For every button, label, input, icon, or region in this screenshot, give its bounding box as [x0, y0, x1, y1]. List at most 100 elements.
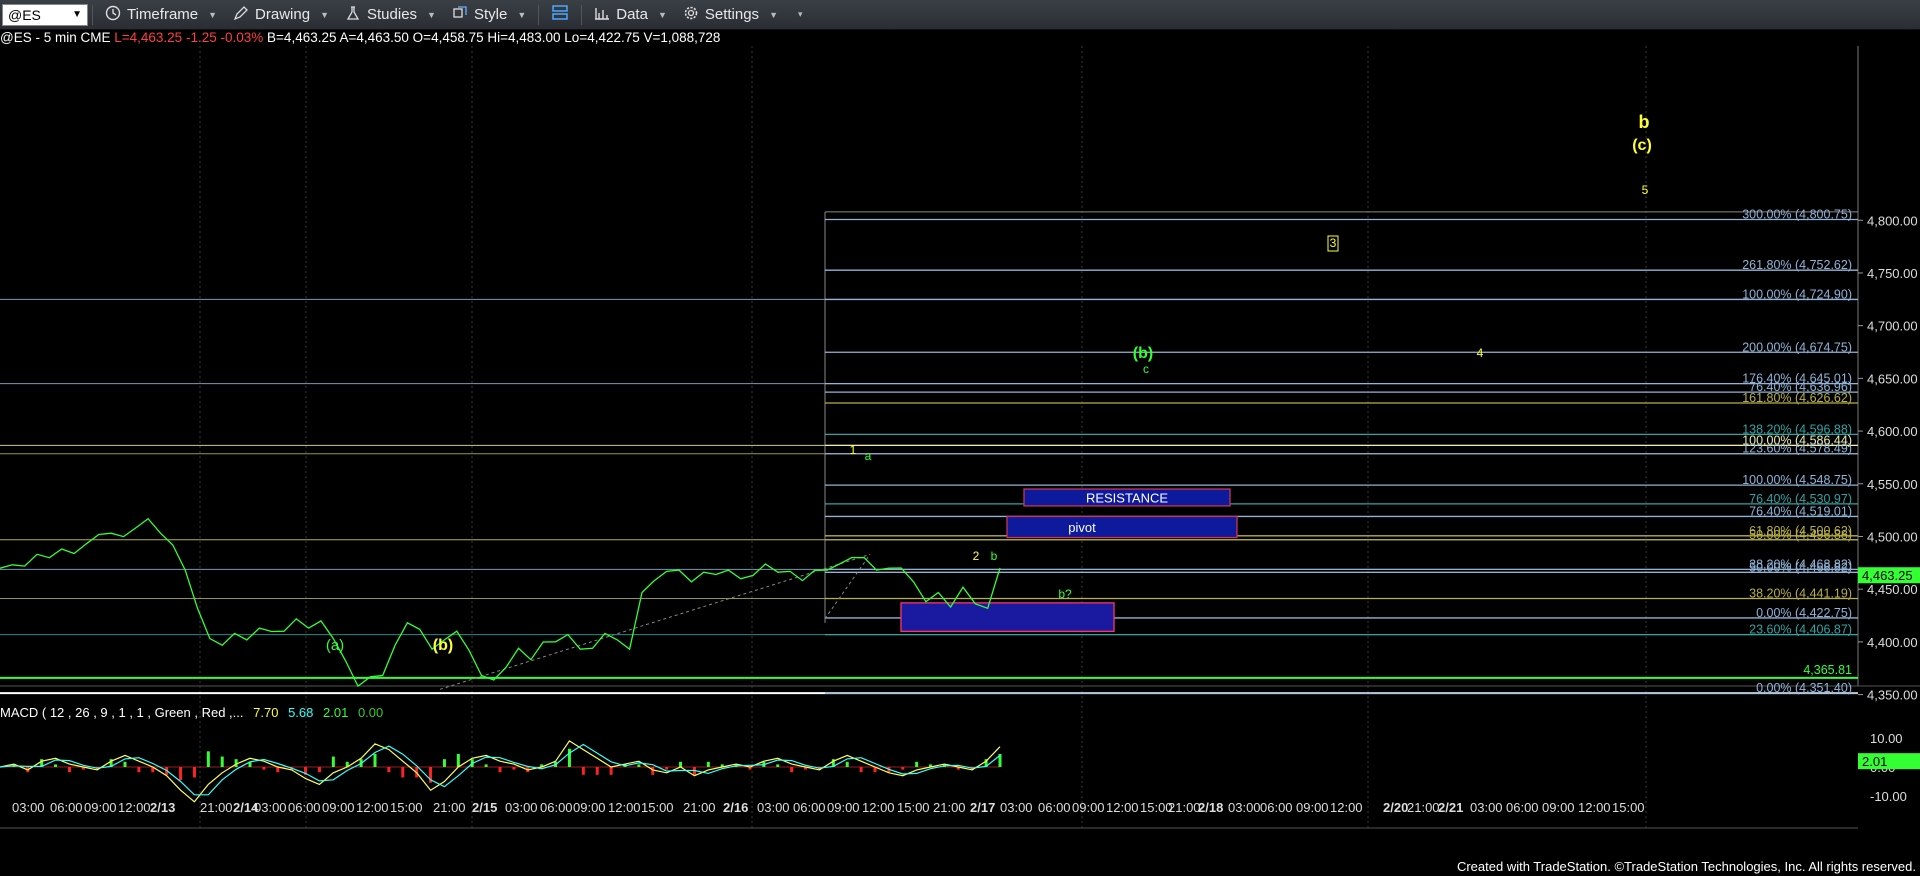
macd-histogram-bar — [679, 761, 683, 767]
gear-icon — [683, 5, 699, 25]
style-button[interactable]: Style ▼ — [444, 0, 534, 29]
caret-down-icon: ▼ — [769, 9, 778, 20]
fib-level-label: 161.80% (4,626.62) — [1742, 391, 1852, 405]
price-axis-label: 4,800.00 — [1867, 213, 1918, 228]
time-axis-label: 03:00 — [505, 800, 538, 815]
macd-histogram-bar — [776, 764, 780, 767]
quote-details: B=4,463.25 A=4,463.50 O=4,458.75 Hi=4,48… — [267, 30, 721, 45]
macd-value-1: 7.70 — [253, 705, 279, 720]
fib-level-label: 0.00% (4,422.75) — [1756, 606, 1852, 620]
time-axis-label: 12:00 — [1106, 800, 1139, 815]
macd-histogram-bar — [67, 767, 71, 773]
caret-down-icon: ▼ — [320, 9, 329, 20]
wave-label: b? — [1058, 587, 1072, 601]
chart-toolbar: @ES ▼ Timeframe ▼ Drawing ▼ Studies ▼ St… — [0, 0, 1920, 30]
time-axis-label: 15:00 — [897, 800, 930, 815]
price-chart[interactable]: 4,800.00 4,750.00 4,700.00 4,650.00 4,600.00… — [0, 46, 1920, 856]
wave-label: 2 — [973, 549, 980, 563]
clock-icon — [105, 5, 121, 25]
data-button[interactable]: Data ▼ — [586, 0, 675, 29]
symbol-value: @ES — [8, 6, 41, 23]
quote-change: -1.25 — [185, 30, 217, 45]
layout-icon — [551, 4, 569, 26]
fib-level-label: 38.20% (4,441.19) — [1749, 586, 1852, 600]
toolbar-divider — [538, 4, 540, 25]
fib-level-label: 123.60% (4,578.49) — [1742, 442, 1852, 456]
macd-histogram-bar — [442, 759, 446, 767]
time-axis-label: 21:00 — [200, 800, 233, 815]
price-axis-label: 4,550.00 — [1867, 477, 1918, 492]
time-axis-label: 03:00 — [757, 800, 790, 815]
bar-chart-icon — [594, 5, 610, 25]
time-axis-label: 09:00 — [322, 800, 355, 815]
macd-title: MACD ( 12 , 26 , 9 , 1 , 1 , Green , Red… — [0, 705, 383, 720]
macd-histogram-bar — [706, 761, 710, 767]
zone-box — [1006, 515, 1238, 539]
macd-histogram-bar — [220, 756, 224, 767]
macd-histogram-bar — [137, 767, 141, 773]
wave-label: 5 — [1642, 183, 1649, 197]
timeframe-label: Timeframe — [127, 6, 199, 23]
fib-level-label: 23.60% (4,406.87) — [1749, 623, 1852, 637]
time-axis-label: 09:00 — [1296, 800, 1329, 815]
price-axis-label: 4,600.00 — [1867, 424, 1918, 439]
wave-label: b — [991, 549, 998, 563]
fib-level-label: 0.00% (4,351.40) — [1756, 681, 1852, 695]
macd-value-4: 0.00 — [357, 705, 384, 720]
macd-histogram-bar — [595, 767, 599, 775]
macd-value-2: 5.68 — [288, 705, 314, 720]
time-axis-label: 06:00 — [793, 800, 826, 815]
macd-histogram-bar — [609, 767, 613, 775]
macd-histogram-bar — [901, 767, 905, 770]
fib-level-label: 50.00% (4,468.82) — [1749, 560, 1852, 574]
timeframe-button[interactable]: Timeframe ▼ — [97, 0, 225, 29]
drawing-button[interactable]: Drawing ▼ — [225, 0, 337, 29]
time-axis-label: 2/15 — [472, 800, 497, 815]
macd-histogram-bar — [387, 767, 391, 773]
macd-histogram-bar — [637, 764, 641, 767]
macd-histogram-bar — [373, 753, 377, 767]
time-axis-label: 03:00 — [1470, 800, 1503, 815]
overflow-button[interactable]: ▾ — [786, 0, 811, 29]
wave-label: 3 — [1330, 236, 1337, 250]
caret-down-icon: ▾ — [797, 9, 803, 19]
copyright-footer: Created with TradeStation. ©TradeStation… — [1456, 859, 1916, 874]
macd-histogram-bar — [567, 748, 571, 767]
fib-level-label: 261.80% (4,752.62) — [1742, 258, 1852, 272]
time-axis-label: 12:00 — [118, 800, 151, 815]
layout-button[interactable] — [543, 0, 577, 29]
style-icon — [452, 5, 468, 25]
time-axis-label: 06:00 — [1506, 800, 1539, 815]
fib-level-label: 200.00% (4,674.75) — [1742, 340, 1852, 354]
macd-histogram-bar — [484, 764, 488, 767]
symbol-input[interactable]: @ES ▼ — [2, 3, 88, 26]
time-axis-label: 15:00 — [390, 800, 423, 815]
time-axis-label: 21:00 — [433, 800, 466, 815]
time-axis-label: 21:00 — [1168, 800, 1201, 815]
studies-label: Studies — [367, 6, 418, 23]
last-price-value: 4,463.25 — [1862, 568, 1913, 583]
time-axis-label: 12:00 — [356, 800, 389, 815]
time-axis-label: 09:00 — [573, 800, 606, 815]
chevron-down-icon[interactable]: ▼ — [72, 9, 82, 20]
time-axis-label: 03:00 — [1228, 800, 1261, 815]
studies-button[interactable]: Studies ▼ — [337, 0, 444, 29]
flask-icon — [345, 5, 361, 25]
wave-label: a — [865, 449, 872, 463]
wave-label: (b) — [433, 637, 453, 654]
caret-down-icon: ▼ — [657, 9, 667, 20]
settings-button[interactable]: Settings ▼ — [675, 0, 786, 29]
macd-histogram-bar — [317, 767, 321, 773]
wave-label: b — [1639, 112, 1650, 132]
price-axis-label: 4,500.00 — [1867, 529, 1918, 544]
macd-histogram-bar — [206, 751, 210, 767]
time-axis-label: 03:00 — [12, 800, 45, 815]
quote-prefix: @ES - 5 min CME — [0, 30, 115, 45]
wave-label: 1 — [850, 443, 857, 457]
time-axis-label: 09:00 — [1072, 800, 1105, 815]
fib-level-label: 50.00% (4,496.88) — [1749, 528, 1852, 542]
macd-label: MACD ( 12 , 26 , 9 , 1 , 1 , Green , Red… — [0, 705, 244, 720]
macd-histogram-bar — [915, 761, 919, 767]
macd-histogram-bar — [498, 767, 502, 773]
time-axis-label: 12:00 — [862, 800, 895, 815]
